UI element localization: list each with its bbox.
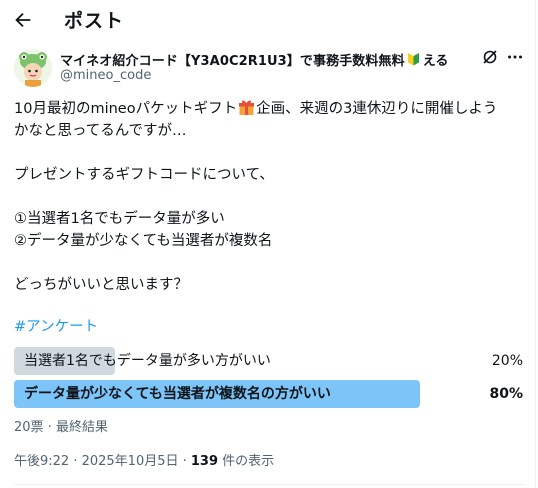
grok-icon[interactable] bbox=[481, 48, 499, 66]
poll-option-percent: 80% bbox=[489, 386, 523, 402]
poll-option-percent: 20% bbox=[491, 353, 523, 369]
post-line-1: 10月最初のmineoパケットギフト 企画、来週の3連休辺りに開催しよう bbox=[14, 100, 498, 117]
poll-option-label: データ量が少なくても当選者が複数名の方がいい bbox=[24, 386, 331, 402]
views-count: 139 bbox=[190, 454, 219, 469]
post-text: 10月最初のmineoパケットギフト 企画、来週の3連休辺りに開催しよう かなと思… bbox=[14, 98, 529, 296]
frog-avatar-icon[interactable] bbox=[14, 49, 52, 87]
beginner-mark-icon bbox=[407, 53, 419, 66]
post-line-6: どっちがいいと思います？ bbox=[14, 277, 188, 293]
divider bbox=[14, 484, 524, 485]
gift-emoji-icon bbox=[239, 100, 255, 115]
poll-meta: 20票 · 最終結果 bbox=[14, 420, 108, 435]
poll-option-1: 当選者1名でもデータ量が多い方がいい 20% bbox=[14, 347, 524, 375]
author-name-suffix[interactable]: える bbox=[423, 50, 449, 69]
arrow-left-icon[interactable] bbox=[12, 9, 34, 31]
hashtag-link[interactable]: #アンケート bbox=[14, 316, 98, 338]
post-line-3: プレゼントするギフトコードについて、 bbox=[14, 167, 274, 183]
header: ポスト bbox=[0, 0, 538, 42]
poll-option-2: データ量が少なくても当選者が複数名の方がいい 80% bbox=[14, 380, 524, 408]
author-display-name[interactable]: マイネオ紹介コード【Y3A0C2R1U3】で事務手数料無料 bbox=[60, 50, 405, 69]
author-name-row[interactable]: マイネオ紹介コード【Y3A0C2R1U3】で事務手数料無料 える bbox=[60, 49, 448, 69]
post-line-4: ①当選者1名でもデータ量が多い bbox=[14, 211, 225, 227]
poll-option-label: 当選者1名でもデータ量が多い方がいい bbox=[24, 353, 271, 369]
page-title: ポスト bbox=[64, 10, 125, 32]
post-line-2: かなと思ってるんですが… bbox=[14, 123, 187, 139]
author-handle[interactable]: @mineo_code bbox=[60, 68, 151, 83]
views-suffix: 件の表示 bbox=[218, 454, 275, 469]
post-line-5: ②データ量が少なくても当選者が複数名 bbox=[14, 233, 273, 249]
more-horizontal-icon[interactable] bbox=[506, 48, 524, 66]
timestamp-row: 午後9:22 · 2025年10月5日 · 139 件の表示 bbox=[14, 453, 274, 471]
column-border bbox=[535, 0, 536, 488]
post-time[interactable]: 午後9:22 · 2025年10月5日 · bbox=[14, 454, 191, 469]
